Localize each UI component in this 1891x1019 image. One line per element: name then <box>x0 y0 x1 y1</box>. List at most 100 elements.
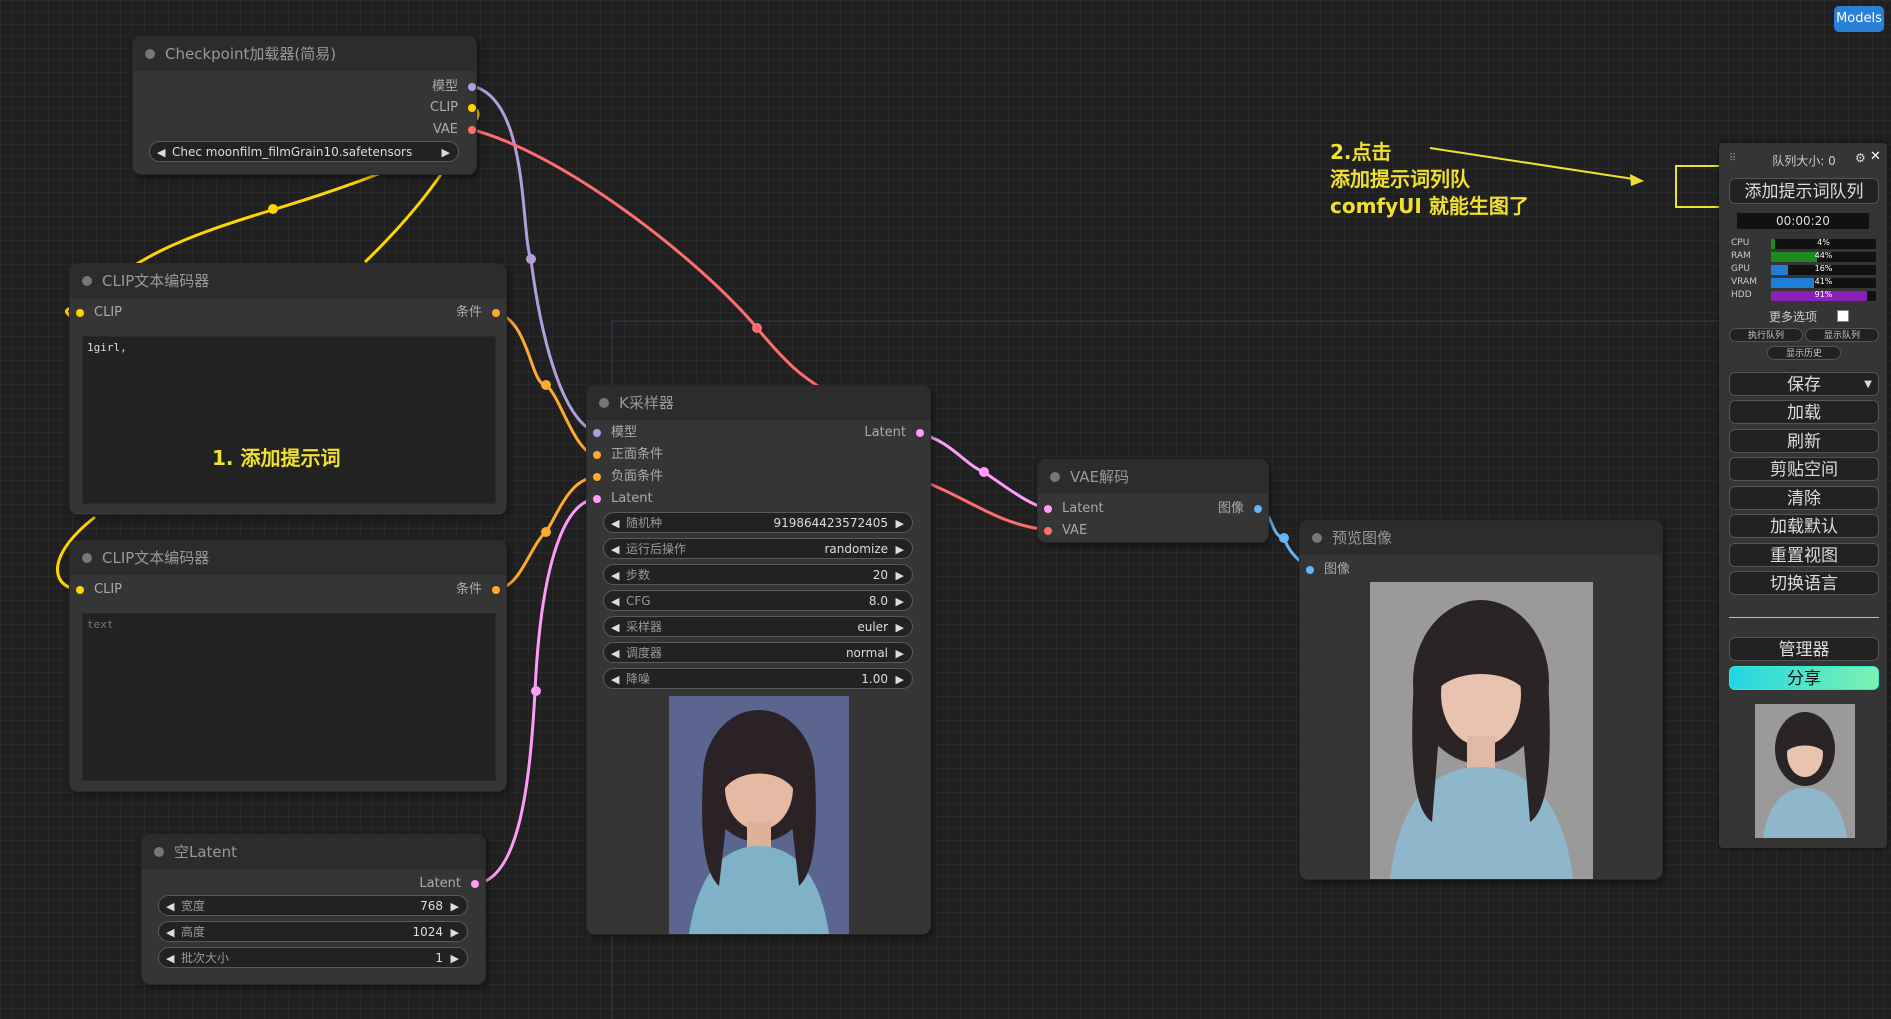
decrement-arrow-icon[interactable]: ◀ <box>166 896 174 917</box>
meter-gpu: GPU 16% <box>1731 264 1881 276</box>
queue-prompt-button[interactable]: 添加提示词队列 <box>1729 178 1879 204</box>
share-button[interactable]: 分享 <box>1729 666 1879 690</box>
clip-text-encode-negative-node[interactable]: CLIP文本编码器 CLIP 条件 text <box>70 541 506 791</box>
gear-icon[interactable]: ⚙ <box>1855 151 1866 165</box>
clipspace-button[interactable]: 剪贴空间 <box>1729 457 1879 481</box>
widget-value: 8.0 <box>868 594 888 608</box>
control-after-generate-widget[interactable]: ◀ 运行后操作 randomize ▶ <box>603 538 913 559</box>
increment-arrow-icon[interactable]: ▶ <box>896 643 904 664</box>
view-history-button[interactable]: 显示历史 <box>1767 346 1841 360</box>
cfg-widget[interactable]: ◀ CFG 8.0 ▶ <box>603 590 913 611</box>
empty-latent-node[interactable]: 空Latent Latent ◀ 宽度 768 ▶ ◀ 高度 1024 ▶ ◀ … <box>142 835 485 984</box>
width-widget[interactable]: ◀ 宽度 768 ▶ <box>158 895 468 916</box>
reset-view-button[interactable]: 重置视图 <box>1729 543 1879 567</box>
decrement-arrow-icon[interactable]: ◀ <box>611 643 619 664</box>
input-latent[interactable]: Latent <box>593 490 653 508</box>
height-widget[interactable]: ◀ 高度 1024 ▶ <box>158 921 468 942</box>
drag-handle-icon[interactable]: ⠿ <box>1729 153 1736 164</box>
output-image[interactable]: 图像 <box>1164 500 1262 518</box>
checkpoint-name-widget[interactable]: ◀ Chec moonfilm_filmGrain10.safetensors … <box>149 141 459 162</box>
meter-label: HDD <box>1731 290 1752 300</box>
clip-text-encode-positive-node[interactable]: CLIP文本编码器 CLIP 条件 1girl, <box>70 264 506 514</box>
decrement-arrow-icon[interactable]: ◀ <box>166 948 174 969</box>
increment-arrow-icon[interactable]: ▶ <box>451 922 459 943</box>
denoise-widget[interactable]: ◀ 降噪 1.00 ▶ <box>603 668 913 689</box>
output-model[interactable]: 模型 <box>358 78 476 96</box>
node-title[interactable]: CLIP文本编码器 <box>70 264 506 298</box>
input-negative[interactable]: 负面条件 <box>593 468 663 486</box>
increment-arrow-icon[interactable]: ▶ <box>451 896 459 917</box>
node-title[interactable]: CLIP文本编码器 <box>70 541 506 575</box>
clip-link-midpoint <box>268 204 278 214</box>
switch-language-button[interactable]: 切换语言 <box>1729 571 1879 595</box>
seed-widget[interactable]: ◀ 随机种 919864423572405 ▶ <box>603 512 913 533</box>
steps-widget[interactable]: ◀ 步数 20 ▶ <box>603 564 913 585</box>
batch-size-widget[interactable]: ◀ 批次大小 1 ▶ <box>158 947 468 968</box>
increment-arrow-icon[interactable]: ▶ <box>442 142 450 163</box>
input-clip[interactable]: CLIP <box>76 304 122 322</box>
increment-arrow-icon[interactable]: ▶ <box>896 669 904 690</box>
input-image[interactable]: 图像 <box>1306 561 1350 579</box>
checkpoint-loader-node[interactable]: Checkpoint加载器(简易) 模型 CLIP VAE ◀ Chec moo… <box>133 37 476 174</box>
node-title[interactable]: Checkpoint加载器(简易) <box>133 37 476 71</box>
decrement-arrow-icon[interactable]: ◀ <box>166 922 174 943</box>
sampler-widget[interactable]: ◀ 采样器 euler ▶ <box>603 616 913 637</box>
view-queue-button[interactable]: 显示队列 <box>1805 328 1879 342</box>
meter-bar: 4% <box>1771 238 1876 249</box>
ksampler-node[interactable]: K采样器 模型 正面条件 负面条件 Latent Latent ◀ 随机种 91… <box>587 386 930 934</box>
decrement-arrow-icon[interactable]: ◀ <box>611 565 619 586</box>
decrement-arrow-icon[interactable]: ◀ <box>611 513 619 534</box>
load-button[interactable]: 加载 <box>1729 400 1879 424</box>
close-icon[interactable]: ✕ <box>1870 149 1881 164</box>
clear-button[interactable]: 清除 <box>1729 486 1879 510</box>
node-title[interactable]: VAE解码 <box>1038 460 1268 494</box>
input-positive[interactable]: 正面条件 <box>593 446 663 464</box>
increment-arrow-icon[interactable]: ▶ <box>896 617 904 638</box>
decrement-arrow-icon[interactable]: ◀ <box>157 142 165 163</box>
decrement-arrow-icon[interactable]: ◀ <box>611 617 619 638</box>
manager-button[interactable]: 管理器 <box>1729 637 1879 661</box>
meter-cpu: CPU 4% <box>1731 238 1881 250</box>
output-latent[interactable]: Latent <box>806 424 924 442</box>
scheduler-widget[interactable]: ◀ 调度器 normal ▶ <box>603 642 913 663</box>
prompt-textarea[interactable]: 1girl, <box>82 336 496 504</box>
increment-arrow-icon[interactable]: ▶ <box>451 948 459 969</box>
decrement-arrow-icon[interactable]: ◀ <box>611 669 619 690</box>
output-latent[interactable]: Latent <box>361 875 479 893</box>
execute-queue-button[interactable]: 执行队列 <box>1729 328 1803 342</box>
widget-label: CFG <box>626 594 651 608</box>
increment-arrow-icon[interactable]: ▶ <box>896 591 904 612</box>
decrement-arrow-icon[interactable]: ◀ <box>611 539 619 560</box>
node-title[interactable]: 空Latent <box>142 835 485 869</box>
input-vae[interactable]: VAE <box>1044 522 1087 540</box>
increment-arrow-icon[interactable]: ▶ <box>896 565 904 586</box>
input-clip[interactable]: CLIP <box>76 581 122 599</box>
output-vae[interactable]: VAE <box>358 121 476 139</box>
input-latent[interactable]: Latent <box>1044 500 1104 518</box>
history-thumbnail[interactable] <box>1755 704 1855 838</box>
preview-image-node[interactable]: 预览图像 图像 <box>1300 521 1662 879</box>
queue-panel[interactable]: ⠿ 队列大小: 0 ⚙ ✕ 添加提示词队列 00:00:20 CPU 4% RA… <box>1719 143 1887 848</box>
input-model[interactable]: 模型 <box>593 424 637 442</box>
models-button[interactable]: Models <box>1834 6 1884 32</box>
vae-link <box>465 126 822 390</box>
output-conditioning[interactable]: 条件 <box>402 304 500 322</box>
slot-label: Latent <box>1062 501 1104 516</box>
widget-label: 步数 <box>626 568 651 582</box>
increment-arrow-icon[interactable]: ▶ <box>896 539 904 560</box>
vae-decode-node[interactable]: VAE解码 Latent VAE 图像 <box>1038 460 1268 542</box>
chevron-down-icon[interactable]: ▼ <box>1864 373 1872 397</box>
more-options-checkbox[interactable] <box>1837 310 1849 322</box>
decrement-arrow-icon[interactable]: ◀ <box>611 591 619 612</box>
save-button[interactable]: 保存 ▼ <box>1729 372 1879 396</box>
increment-arrow-icon[interactable]: ▶ <box>896 513 904 534</box>
load-default-button[interactable]: 加载默认 <box>1729 514 1879 538</box>
widget-label: 调度器 <box>626 646 663 660</box>
output-conditioning[interactable]: 条件 <box>402 581 500 599</box>
node-title[interactable]: K采样器 <box>587 386 930 420</box>
node-title[interactable]: 预览图像 <box>1300 521 1662 555</box>
output-clip[interactable]: CLIP <box>358 99 476 117</box>
widget-value: normal <box>845 646 888 660</box>
refresh-button[interactable]: 刷新 <box>1729 429 1879 453</box>
negative-prompt-textarea[interactable]: text <box>82 613 496 781</box>
